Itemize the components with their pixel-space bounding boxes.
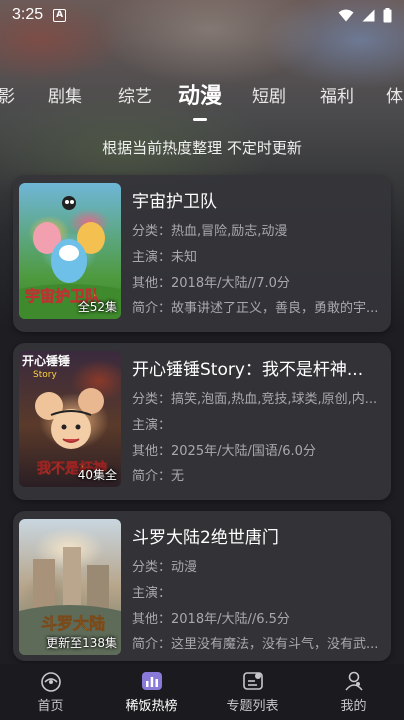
card-intro: 简介：这里没有魔法，没有斗气，没有武... xyxy=(132,637,379,652)
nav-home[interactable]: 首页 xyxy=(0,664,101,720)
card-title: 斗罗大陆2绝世唐门 xyxy=(132,528,279,548)
tab-short-drama[interactable]: 短剧 xyxy=(252,82,286,107)
topic-icon xyxy=(242,672,263,690)
active-tab-indicator xyxy=(193,118,207,121)
nav-topics-label: 专题列表 xyxy=(226,699,279,714)
card-title: 宇宙护卫队 xyxy=(132,192,217,212)
nav-home-label: 首页 xyxy=(37,699,64,714)
anime-card[interactable]: 斗罗大陆 更新至138集 斗罗大陆2绝世唐门 分类：动漫 主演： 其他：2018… xyxy=(13,511,391,661)
profile-icon xyxy=(344,671,363,691)
battery-icon xyxy=(383,7,392,22)
episode-badge: 更新至138集 xyxy=(46,636,117,650)
nav-profile-label: 我的 xyxy=(340,699,367,714)
card-intro: 简介：无 xyxy=(132,469,185,484)
home-icon xyxy=(40,672,61,692)
notification-a-icon: A xyxy=(53,8,67,22)
signal-icon xyxy=(362,9,375,21)
card-other: 其他：2025年/大陆/国语/6.0分 xyxy=(132,444,316,459)
card-genre: 分类：动漫 xyxy=(132,560,198,575)
wifi-icon xyxy=(338,9,354,21)
status-bar: 3:25 A xyxy=(0,0,404,30)
anime-card[interactable]: 宇宙护卫队 全52集 宇宙护卫队 分类：热血,冒险,励志,动漫 主演：未知 其他… xyxy=(13,175,391,332)
ranking-subtitle: 根据当前热度整理 不定时更新 xyxy=(102,139,302,157)
poster-image: 斗罗大陆 更新至138集 xyxy=(19,519,121,655)
tab-series[interactable]: 剧集 xyxy=(48,82,82,107)
card-other: 其他：2018年/大陆//6.5分 xyxy=(132,612,290,627)
anime-card[interactable]: 开心锤锤 Story 我不是杆神 40集全 开心锤锤Story：我不是杆神...… xyxy=(13,343,391,500)
card-other: 其他：2018年/大陆//7.0分 xyxy=(132,276,290,291)
card-genre: 分类：热血,冒险,励志,动漫 xyxy=(132,224,288,239)
nav-hot-list-label: 稀饭热榜 xyxy=(125,699,178,714)
tab-anime[interactable]: 动漫 xyxy=(178,82,222,110)
tab-welfare[interactable]: 福利 xyxy=(320,82,354,107)
card-intro: 简介：故事讲述了正义，善良，勇敢的宇... xyxy=(132,301,379,316)
poster-image: 开心锤锤 Story 我不是杆神 40集全 xyxy=(19,351,121,487)
category-tabs: 影 剧集 综艺 动漫 短剧 福利 体 xyxy=(0,82,404,122)
tab-variety[interactable]: 综艺 xyxy=(118,82,152,107)
card-cast: 主演：未知 xyxy=(132,250,198,265)
svg-text:开心锤锤: 开心锤锤 xyxy=(22,353,70,368)
bottom-nav: 首页 稀饭热榜 专题列表 我的 xyxy=(0,664,404,720)
tab-sports[interactable]: 体 xyxy=(386,82,403,107)
episode-badge: 全52集 xyxy=(77,300,117,314)
card-cast: 主演： xyxy=(132,418,172,433)
tab-movie[interactable]: 影 xyxy=(0,82,15,107)
status-time: 3:25 xyxy=(12,6,44,23)
poster-image: 宇宙护卫队 全52集 xyxy=(19,183,121,319)
episode-badge: 40集全 xyxy=(77,468,117,482)
svg-text:Story: Story xyxy=(33,370,57,380)
card-title: 开心锤锤Story：我不是杆神... xyxy=(132,360,364,380)
nav-profile[interactable]: 我的 xyxy=(303,664,404,720)
nav-topics[interactable]: 专题列表 xyxy=(202,664,303,720)
svg-text:斗罗大陆: 斗罗大陆 xyxy=(41,614,105,633)
card-genre: 分类：搞笑,泡面,热血,竞技,球类,原创,内... xyxy=(132,392,378,407)
chart-icon xyxy=(141,672,162,690)
card-cast: 主演： xyxy=(132,586,172,601)
nav-hot-list[interactable]: 稀饭热榜 xyxy=(101,664,202,720)
